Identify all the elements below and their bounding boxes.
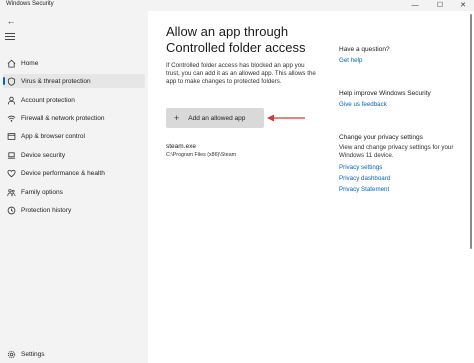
app-window-icon (6, 131, 16, 141)
sidebar-item-account-protection[interactable]: Account protection (3, 93, 145, 107)
sidebar-item-label: App & browser control (21, 132, 85, 140)
sidebar-item-settings[interactable]: Settings (3, 347, 145, 361)
gear-icon (6, 349, 16, 359)
list-item[interactable]: steam.exe C:\Program Files (x86)\Steam (166, 143, 306, 158)
sidebar-item-app-browser-control[interactable]: App & browser control (3, 129, 145, 143)
minimize-icon[interactable]: — (406, 0, 424, 11)
shield-icon (6, 76, 16, 86)
page-title-line-2: Controlled folder access (166, 40, 306, 55)
laptop-icon (6, 150, 16, 160)
window-title: Windows Security (6, 1, 54, 7)
main-content: Allow an app through Controlled folder a… (148, 11, 474, 363)
sidebar-item-label: Settings (21, 350, 45, 358)
privacy-text: View and change privacy settings for you… (339, 144, 454, 159)
sidebar-item-label: Account protection (21, 96, 75, 104)
page-description: If Controlled folder access has blocked … (166, 62, 316, 85)
add-allowed-app-button[interactable]: + Add an allowed app (166, 108, 264, 128)
home-icon (6, 58, 16, 68)
sidebar-item-firewall-network-protection[interactable]: Firewall & network protection (3, 111, 145, 125)
heart-icon (6, 168, 16, 178)
app-name: steam.exe (166, 143, 196, 150)
family-icon (6, 187, 16, 197)
person-icon (6, 95, 16, 105)
sidebar-item-label: Firewall & network protection (21, 114, 105, 122)
scrollbar[interactable] (470, 14, 472, 249)
hamburger-menu-icon[interactable] (5, 33, 15, 41)
history-icon (6, 205, 16, 215)
sidebar-item-device-security[interactable]: Device security (3, 148, 145, 162)
back-arrow-icon[interactable]: ← (4, 15, 18, 27)
app-path: C:\Program Files (x86)\Steam (166, 152, 237, 158)
sidebar-item-label: Home (21, 59, 39, 67)
annotation-arrow (267, 114, 305, 122)
privacy-section: Change your privacy settings View and ch… (339, 134, 459, 193)
sidebar-item-device-performance-health[interactable]: Device performance & health (3, 166, 145, 180)
give-feedback-link[interactable]: Give us feedback (339, 101, 459, 108)
privacy-settings-link[interactable]: Privacy settings (339, 164, 459, 171)
feedback-heading: Help improve Windows Security (339, 90, 431, 97)
add-allowed-app-label: Add an allowed app (188, 114, 246, 122)
feedback-section: Help improve Windows Security Give us fe… (339, 90, 459, 108)
close-icon[interactable]: ✕ (454, 0, 472, 11)
sidebar-item-protection-history[interactable]: Protection history (3, 203, 145, 217)
page-title-line-1: Allow an app through (166, 24, 289, 39)
privacy-dashboard-link[interactable]: Privacy dashboard (339, 175, 459, 182)
get-help-link[interactable]: Get help (339, 57, 459, 64)
sidebar-item-virus-threat-protection[interactable]: Virus & threat protection (3, 74, 145, 88)
sidebar-item-label: Family options (21, 188, 63, 196)
page-title: Allow an app through Controlled folder a… (166, 24, 326, 56)
sidebar-item-family-options[interactable]: Family options (3, 185, 145, 199)
sidebar-item-label: Device performance & health (21, 169, 105, 177)
wifi-icon (6, 113, 16, 123)
plus-icon: + (174, 113, 180, 123)
sidebar-item-label: Device security (21, 151, 66, 159)
privacy-heading: Change your privacy settings (339, 134, 423, 141)
maximize-icon[interactable]: ☐ (431, 0, 449, 11)
help-section: Have a question? Get help (339, 46, 459, 64)
sidebar-item-label: Virus & threat protection (21, 77, 91, 85)
sidebar-item-label: Protection history (21, 206, 72, 214)
privacy-statement-link[interactable]: Privacy Statement (339, 186, 459, 193)
help-heading: Have a question? (339, 46, 390, 53)
sidebar-item-home[interactable]: Home (3, 56, 145, 70)
title-bar: Windows Security — ☐ ✕ (0, 0, 474, 11)
sidebar: ← Home Virus & threat protection Account… (0, 11, 148, 363)
